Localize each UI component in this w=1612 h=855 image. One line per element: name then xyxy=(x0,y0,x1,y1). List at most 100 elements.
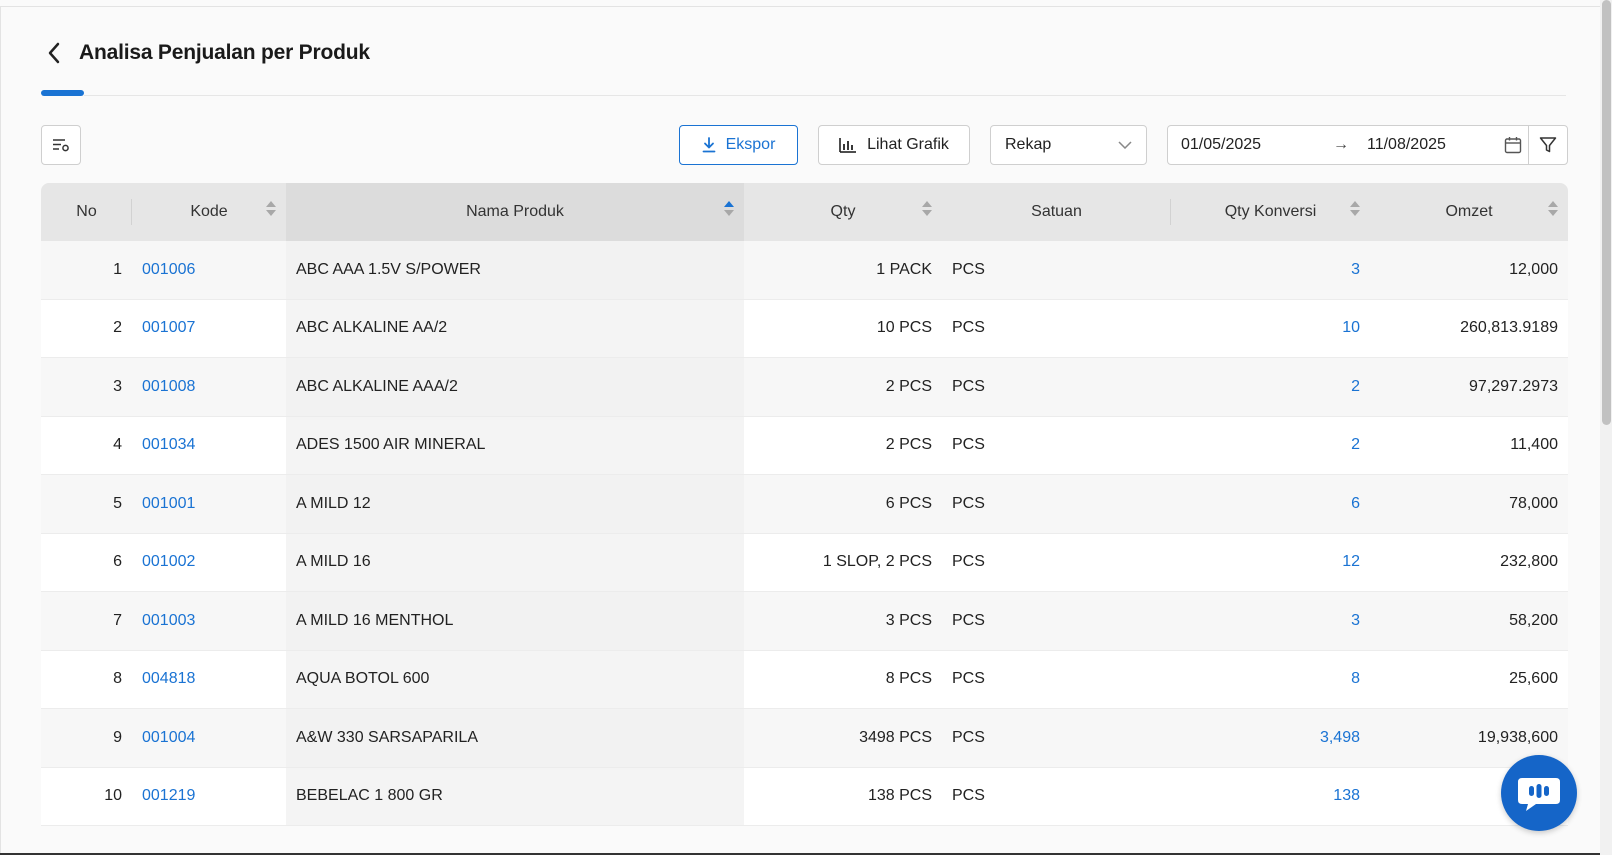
header-kode[interactable]: Kode xyxy=(132,183,286,241)
cell-kode-value[interactable]: 001219 xyxy=(142,787,195,805)
cell-qty-konversi-value[interactable]: 3,498 xyxy=(1320,729,1360,747)
back-arrow-icon[interactable] xyxy=(41,40,67,66)
chat-icon xyxy=(1518,778,1560,811)
cell-qty-konversi-value[interactable]: 3 xyxy=(1351,261,1360,279)
cell-qty-konversi: 2 xyxy=(1171,358,1370,416)
cell-qty-konversi: 12 xyxy=(1171,534,1370,592)
cell-omzet-value: 25,600 xyxy=(1509,670,1558,688)
cell-qty-konversi-value[interactable]: 10 xyxy=(1342,319,1360,337)
cell-qty-value: 3 PCS xyxy=(885,611,932,629)
cell-omzet: 12,000 xyxy=(1370,241,1568,299)
calendar-icon[interactable] xyxy=(1504,136,1522,154)
cell-qty: 1 SLOP, 2 PCS xyxy=(744,534,942,592)
cell-satuan: PCS xyxy=(942,241,1171,299)
cell-kode-value[interactable]: 001007 xyxy=(142,319,195,337)
cell-satuan-value: PCS xyxy=(952,260,985,278)
sort-icon[interactable] xyxy=(1548,201,1558,216)
cell-satuan-value: PCS xyxy=(952,553,985,571)
filter-button[interactable] xyxy=(1528,125,1568,165)
cell-kode: 004818 xyxy=(132,651,286,709)
cell-no-value: 2 xyxy=(113,319,122,337)
cell-qty: 6 PCS xyxy=(744,475,942,533)
scrollbar-thumb[interactable] xyxy=(1602,0,1611,425)
sort-icon[interactable] xyxy=(922,201,932,216)
cell-qty-konversi: 138 xyxy=(1171,768,1370,826)
cell-omzet: 232,800 xyxy=(1370,534,1568,592)
cell-qty: 1 PACK xyxy=(744,241,942,299)
cell-satuan-value: PCS xyxy=(952,670,985,688)
cell-nama-produk: AQUA BOTOL 600 xyxy=(286,650,744,708)
header-nama-produk[interactable]: Nama Produk xyxy=(286,183,744,241)
sort-icon[interactable] xyxy=(266,201,276,216)
cell-kode-value[interactable]: 001003 xyxy=(142,612,195,630)
cell-satuan: PCS xyxy=(942,475,1171,533)
date-range-picker[interactable]: 01/05/2025 → 11/08/2025 xyxy=(1167,125,1529,165)
table-row: 8 004818 AQUA BOTOL 600 8 PCS PCS 8 25,600 xyxy=(41,650,1568,709)
cell-qty-konversi-value[interactable]: 138 xyxy=(1333,787,1360,805)
header-qty[interactable]: Qty xyxy=(744,183,942,241)
cell-qty-konversi-value[interactable]: 2 xyxy=(1351,378,1360,396)
cell-omzet: 25,600 xyxy=(1370,651,1568,709)
column-settings-button[interactable] xyxy=(41,125,81,165)
cell-qty: 2 PCS xyxy=(744,417,942,475)
cell-omzet: 78,000 xyxy=(1370,475,1568,533)
report-mode-select[interactable]: Rekap xyxy=(990,125,1147,165)
cell-kode-value[interactable]: 001008 xyxy=(142,378,195,396)
cell-qty-konversi-value[interactable]: 3 xyxy=(1351,612,1360,630)
cell-satuan: PCS xyxy=(942,300,1171,358)
header-satuan-label: Satuan xyxy=(1031,203,1082,220)
cell-kode-value[interactable]: 001001 xyxy=(142,495,195,513)
table-row: 2 001007 ABC ALKALINE AA/2 10 PCS PCS 10 260,8… xyxy=(41,299,1568,358)
cell-nama-produk-value: AQUA BOTOL 600 xyxy=(296,670,430,688)
cell-no-value: 10 xyxy=(104,787,122,805)
sort-icon[interactable] xyxy=(724,201,734,216)
view-chart-button[interactable]: Lihat Grafik xyxy=(818,125,970,165)
cell-nama-produk-value: A MILD 16 MENTHOL xyxy=(296,611,454,629)
header-omzet[interactable]: Omzet xyxy=(1370,183,1568,241)
date-end-input[interactable]: 11/08/2025 xyxy=(1367,136,1502,154)
cell-kode-value[interactable]: 004818 xyxy=(142,670,195,688)
vertical-scrollbar[interactable] xyxy=(1600,0,1612,855)
cell-qty-konversi: 10 xyxy=(1171,300,1370,358)
cell-qty-konversi-value[interactable]: 8 xyxy=(1351,670,1360,688)
cell-nama-produk: A MILD 16 xyxy=(286,533,744,591)
cell-no: 2 xyxy=(41,300,132,358)
cell-qty: 138 PCS xyxy=(744,768,942,826)
header-nama-label: Nama Produk xyxy=(466,203,564,220)
view-chart-label: Lihat Grafik xyxy=(867,136,949,153)
date-start-input[interactable]: 01/05/2025 xyxy=(1181,136,1326,154)
cell-nama-produk: A MILD 12 xyxy=(286,475,744,533)
cell-omzet-value: 12,000 xyxy=(1509,260,1558,278)
cell-no: 6 xyxy=(41,534,132,592)
cell-kode: 001001 xyxy=(132,475,286,533)
cell-qty-value: 6 PCS xyxy=(885,494,932,512)
cell-no: 7 xyxy=(41,592,132,650)
cell-nama-produk-value: A MILD 12 xyxy=(296,494,371,512)
header-qty-konversi[interactable]: Qty Konversi xyxy=(1171,183,1370,241)
export-button[interactable]: Ekspor xyxy=(679,125,798,165)
cell-qty-konversi-value[interactable]: 12 xyxy=(1342,553,1360,571)
cell-nama-produk-value: A&W 330 SARSAPARILA xyxy=(296,728,478,746)
cell-satuan-value: PCS xyxy=(952,611,985,629)
cell-kode-value[interactable]: 001004 xyxy=(142,729,195,747)
cell-qty-konversi-value[interactable]: 6 xyxy=(1351,495,1360,513)
table-body: 1 001006 ABC AAA 1.5V S/POWER 1 PACK PCS 3 12,… xyxy=(41,241,1568,826)
header-no: No xyxy=(41,183,132,241)
cell-nama-produk-value: ABC AAA 1.5V S/POWER xyxy=(296,260,481,278)
tab-indicator xyxy=(41,90,84,96)
header-no-label: No xyxy=(76,203,97,220)
chat-support-button[interactable] xyxy=(1501,755,1577,831)
cell-nama-produk: ABC ALKALINE AA/2 xyxy=(286,299,744,357)
cell-qty-konversi-value[interactable]: 2 xyxy=(1351,436,1360,454)
page-title: Analisa Penjualan per Produk xyxy=(79,41,370,64)
cell-nama-produk-value: A MILD 16 xyxy=(296,553,371,571)
cell-qty: 8 PCS xyxy=(744,651,942,709)
cell-kode-value[interactable]: 001006 xyxy=(142,261,195,279)
cell-omzet-value: 232,800 xyxy=(1500,553,1558,571)
table-row: 6 001002 A MILD 16 1 SLOP, 2 PCS PCS 12 232,80… xyxy=(41,533,1568,592)
sort-icon[interactable] xyxy=(1350,201,1360,216)
cell-kode-value[interactable]: 001034 xyxy=(142,436,195,454)
cell-qty-value: 8 PCS xyxy=(885,670,932,688)
cell-kode-value[interactable]: 001002 xyxy=(142,553,195,571)
cell-satuan-value: PCS xyxy=(952,787,985,805)
